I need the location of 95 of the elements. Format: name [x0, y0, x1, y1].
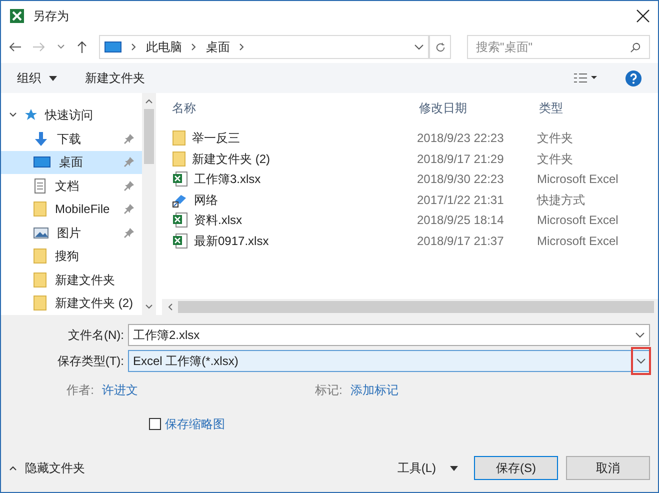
date-cell-text: 2018/9/17 21:29	[417, 150, 505, 168]
organize-menu[interactable]: 组织	[17, 69, 41, 87]
address-bar[interactable]: 此电脑 桌面	[99, 35, 429, 59]
pin-icon[interactable]	[124, 180, 134, 191]
up-arrow-icon[interactable]	[77, 41, 87, 53]
sidebar-item[interactable]: 图片	[1, 221, 142, 244]
date-cell-text: 2018/9/30 22:23	[417, 171, 505, 188]
view-options-icon[interactable]	[573, 72, 597, 84]
chevron-right-icon[interactable]	[190, 43, 198, 51]
author-label: 作者:	[66, 382, 94, 399]
breadcrumb-item[interactable]: 此电脑	[146, 38, 182, 56]
type-cell-text: Microsoft Excel	[537, 232, 618, 250]
sidebar-item[interactable]: 搜狗	[1, 244, 142, 268]
type-cell-text: 文件夹	[537, 130, 573, 148]
file-type-dropdown[interactable]: Excel 工作簿(*.xlsx)	[128, 350, 650, 372]
help-icon[interactable]	[625, 70, 642, 86]
date-cell-text: 2018/9/25 18:14	[417, 212, 505, 230]
caret-icon[interactable]	[450, 466, 458, 470]
sidebar-item[interactable]: 桌面	[1, 150, 142, 174]
file-name[interactable]: 最新0917.xlsx	[194, 232, 269, 250]
sidebar-item[interactable]: 文档	[1, 174, 142, 198]
search-field[interactable]: 搜索"桌面"	[467, 35, 650, 59]
pin-icon[interactable]	[124, 204, 134, 214]
spreadsheet-icon	[172, 232, 188, 249]
breadcrumb-item[interactable]: 桌面	[206, 38, 230, 56]
sidebar-header[interactable]: 快速访问	[45, 106, 93, 124]
sidebar-item[interactable]: 下载	[1, 127, 142, 150]
pin-icon[interactable]	[124, 134, 134, 144]
column-header[interactable]: 修改日期	[417, 99, 537, 117]
folder-icon	[172, 130, 186, 146]
window-title: 另存为	[33, 8, 69, 25]
type-cell-text: 快捷方式	[537, 192, 585, 209]
file-name[interactable]: 工作簿3.xlsx	[194, 170, 261, 188]
file-name[interactable]: 网络	[194, 190, 218, 209]
scrollbar[interactable]	[142, 93, 156, 315]
chevron-left-icon[interactable]	[166, 303, 174, 311]
document-icon	[33, 178, 47, 194]
folder-icon	[33, 201, 47, 218]
desktop-icon	[104, 40, 122, 54]
chevron-up-icon[interactable]	[9, 464, 17, 472]
filename-label: 文件名(N):	[67, 327, 124, 344]
sidebar-item[interactable]: 新建文件夹	[1, 268, 142, 292]
column-header[interactable]: 类型	[537, 99, 563, 117]
spreadsheet-icon	[172, 171, 188, 188]
checkbox[interactable]	[149, 418, 161, 430]
type-cell-text: Microsoft Excel	[537, 212, 618, 230]
date-cell-text: 2018/9/23 22:23	[417, 130, 505, 148]
down-arrow-icon	[33, 130, 49, 147]
search-icon	[630, 42, 641, 52]
author-link[interactable]: 许进文	[102, 381, 307, 399]
column-header[interactable]: 名称	[162, 99, 417, 117]
spreadsheet-icon	[172, 212, 188, 228]
horizontal-scrollbar[interactable]	[162, 299, 658, 315]
folder-icon	[33, 295, 47, 312]
pin-icon[interactable]	[124, 228, 134, 238]
file-name[interactable]: 新建文件夹 (2)	[192, 150, 270, 168]
chevron-right-icon[interactable]	[238, 43, 246, 51]
chevron-right-icon[interactable]	[130, 43, 138, 51]
desktop-icon	[33, 155, 51, 170]
sidebar-item[interactable]: MobileFile	[1, 198, 142, 221]
hide-folders-button[interactable]: 隐藏文件夹	[25, 459, 85, 477]
chevron-down-icon[interactable]	[635, 332, 645, 338]
checkbox-label[interactable]: 保存缩略图	[165, 415, 225, 433]
file-type-label: 保存类型(T):	[56, 353, 124, 370]
chevron-down-icon[interactable]	[636, 358, 646, 364]
date-cell-text: 2017/1/22 21:31	[417, 192, 505, 209]
star-icon	[25, 109, 37, 121]
new-folder-button[interactable]: 新建文件夹	[85, 69, 145, 87]
scrollbar-thumb[interactable]	[144, 109, 154, 164]
tools-menu[interactable]: 工具(L)	[397, 459, 436, 477]
refresh-icon	[434, 42, 446, 52]
chevron-down-icon[interactable]	[145, 303, 153, 311]
folder-icon	[172, 150, 186, 167]
picture-icon	[33, 226, 49, 240]
type-cell-text: Microsoft Excel	[537, 171, 618, 188]
chevron-down-icon[interactable]	[9, 111, 17, 119]
file-name[interactable]: 举一反三	[192, 129, 240, 148]
cancel-button[interactable]: 取消	[566, 456, 650, 480]
filename-field[interactable]: 工作簿2.xlsx	[128, 324, 650, 346]
caret-icon[interactable]	[49, 76, 57, 80]
close-icon[interactable]	[636, 9, 650, 23]
folder-icon	[33, 272, 47, 288]
tags-link[interactable]: 添加标记	[350, 381, 398, 399]
sidebar-item[interactable]: 新建文件夹 (2)	[1, 292, 142, 315]
folder-icon	[33, 248, 47, 264]
save-button[interactable]: 保存(S)	[474, 456, 558, 480]
back-arrow-icon[interactable]	[9, 42, 21, 52]
chevron-down-icon[interactable]	[414, 44, 424, 50]
refresh-button[interactable]	[429, 35, 451, 59]
date-cell-text: 2018/9/17 21:37	[417, 232, 505, 250]
spreadsheet-app-icon	[9, 8, 25, 24]
file-name[interactable]: 资料.xlsx	[194, 211, 242, 230]
chevron-up-icon[interactable]	[145, 97, 153, 105]
tags-label: 标记:	[315, 382, 342, 399]
type-cell-text: 文件夹	[537, 150, 573, 168]
